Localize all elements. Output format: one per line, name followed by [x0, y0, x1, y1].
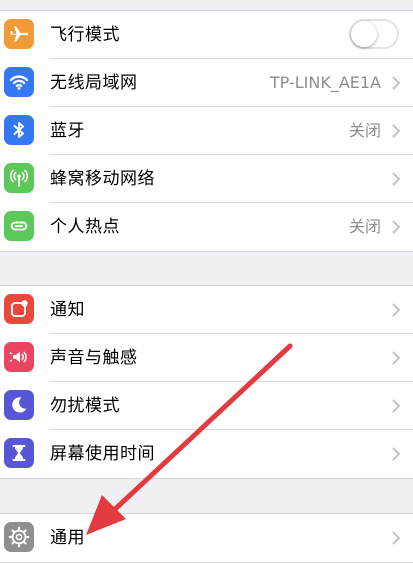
bluetooth-icon	[4, 115, 34, 145]
wifi-network-name: TP-LINK_AE1A	[269, 73, 381, 92]
settings-row-screen-time[interactable]: 屏幕使用时间	[0, 430, 413, 478]
settings-row-label: 勿扰模式	[50, 396, 120, 416]
speaker-icon	[4, 342, 34, 372]
settings-row-label: 屏幕使用时间	[50, 444, 155, 464]
cellular-icon	[4, 163, 34, 193]
hotspot-icon	[4, 211, 34, 241]
hourglass-icon	[4, 438, 34, 468]
settings-group-general: 通用	[0, 513, 413, 563]
settings-row-sounds[interactable]: 声音与触感	[0, 334, 413, 382]
settings-row-wifi[interactable]: 无线局域网 TP-LINK_AE1A	[0, 59, 413, 107]
settings-row-label: 通知	[50, 300, 85, 320]
chevron-right-icon	[392, 303, 400, 317]
settings-row-label: 无线局域网	[50, 73, 138, 93]
settings-row-label: 个人热点	[50, 217, 120, 237]
settings-row-general[interactable]: 通用	[0, 514, 413, 562]
chevron-right-icon	[392, 399, 400, 413]
settings-row-cellular[interactable]: 蜂窝移动网络	[0, 155, 413, 203]
toggle-knob	[351, 21, 377, 47]
wifi-icon	[4, 67, 34, 97]
airplane-icon	[4, 19, 34, 49]
settings-row-label: 通用	[50, 528, 85, 548]
settings-row-label: 蜂窝移动网络	[50, 169, 155, 189]
chevron-right-icon	[392, 76, 400, 90]
settings-group-connectivity: 飞行模式 无线局域网 TP-LINK_AE1A 蓝牙 关闭 蜂窝移动网络 个人热…	[0, 10, 413, 252]
chevron-right-icon	[392, 531, 400, 545]
airplane-mode-toggle[interactable]	[349, 19, 399, 49]
chevron-right-icon	[392, 351, 400, 365]
hotspot-status: 关闭	[348, 217, 381, 236]
settings-group-notifications: 通知 声音与触感 勿扰模式 屏幕使用时间	[0, 285, 413, 479]
chevron-right-icon	[392, 447, 400, 461]
settings-row-label: 声音与触感	[50, 348, 138, 368]
settings-row-label: 蓝牙	[50, 121, 85, 141]
chevron-right-icon	[392, 124, 400, 138]
notifications-icon	[4, 294, 34, 324]
settings-row-airplane-mode[interactable]: 飞行模式	[0, 11, 413, 59]
chevron-right-icon	[392, 172, 400, 186]
chevron-right-icon	[392, 220, 400, 234]
settings-row-do-not-disturb[interactable]: 勿扰模式	[0, 382, 413, 430]
bluetooth-status: 关闭	[348, 121, 381, 140]
settings-row-hotspot[interactable]: 个人热点 关闭	[0, 203, 413, 251]
gear-icon	[4, 522, 34, 552]
settings-row-notifications[interactable]: 通知	[0, 286, 413, 334]
moon-icon	[4, 390, 34, 420]
settings-row-label: 飞行模式	[50, 25, 120, 45]
settings-row-bluetooth[interactable]: 蓝牙 关闭	[0, 107, 413, 155]
